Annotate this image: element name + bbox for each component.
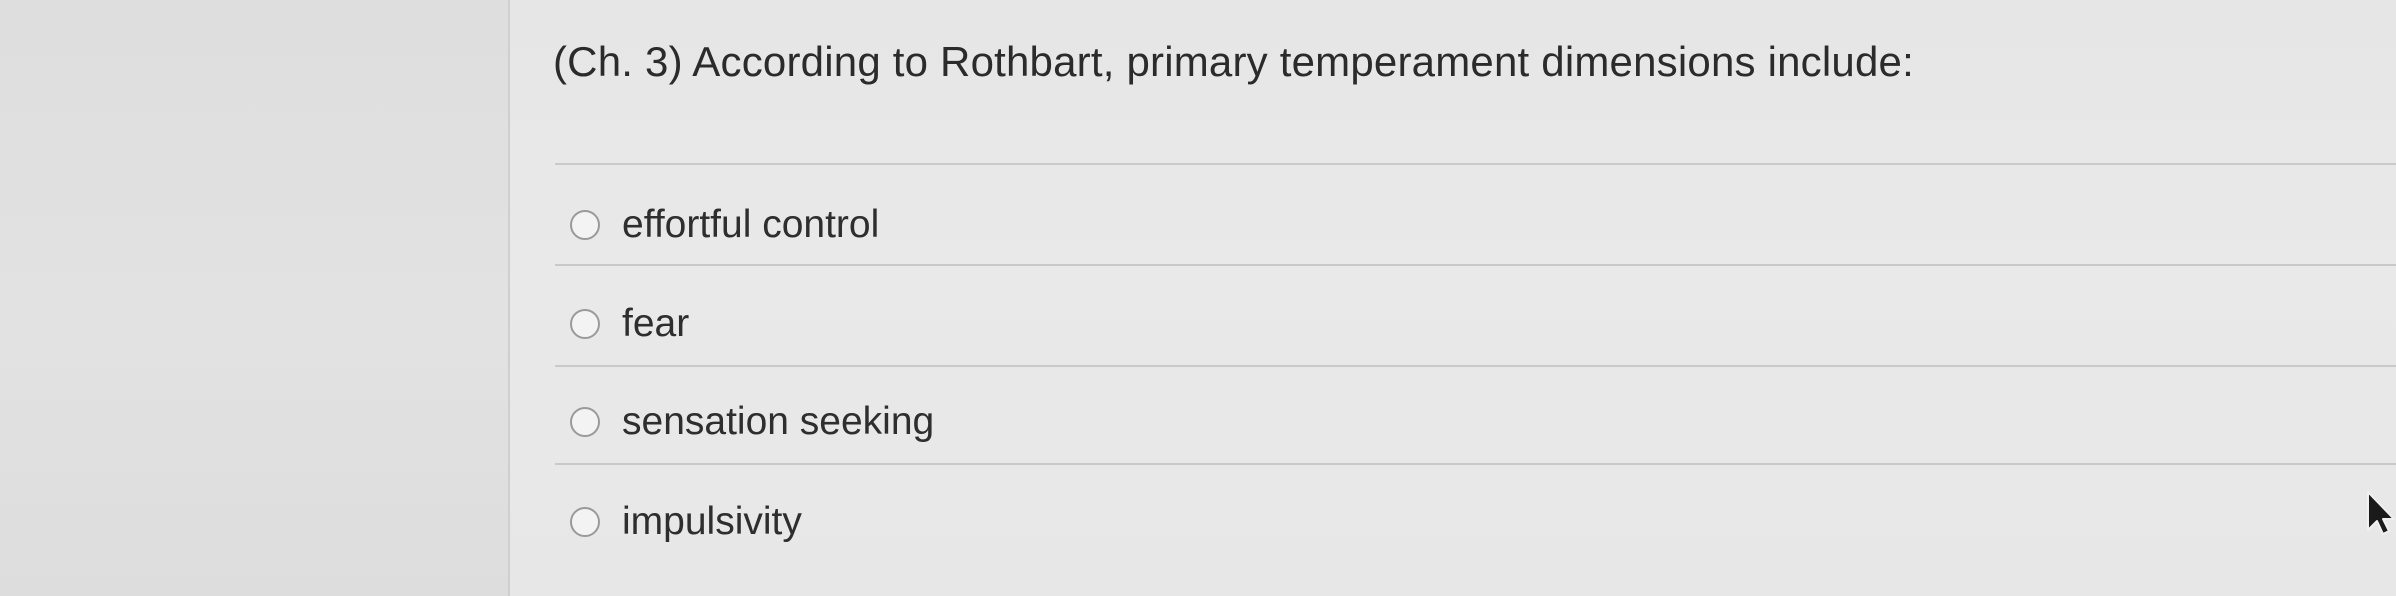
answer-option-fear[interactable]: fear — [570, 294, 689, 354]
question-text: (Ch. 3) According to Rothbart, primary t… — [553, 38, 1914, 85]
left-panel — [0, 0, 508, 596]
radio-button[interactable] — [570, 309, 600, 339]
option-divider — [555, 264, 2396, 266]
answer-option-sensation-seeking[interactable]: sensation seeking — [570, 392, 934, 452]
answer-option-label: sensation seeking — [622, 400, 935, 443]
option-divider — [555, 463, 2396, 465]
answer-option-label: impulsivity — [622, 500, 802, 543]
answer-option-label: fear — [622, 302, 690, 345]
answer-option-label: effortful control — [622, 203, 880, 246]
answer-option-impulsivity[interactable]: impulsivity — [570, 492, 802, 552]
radio-button[interactable] — [570, 507, 600, 537]
option-divider — [555, 365, 2396, 367]
option-divider — [555, 163, 2396, 165]
answer-option-effortful-control[interactable]: effortful control — [570, 195, 879, 255]
question-card: (Ch. 3) According to Rothbart, primary t… — [510, 0, 2396, 596]
radio-button[interactable] — [570, 210, 600, 240]
mouse-pointer-icon — [2367, 491, 2395, 535]
radio-button[interactable] — [570, 407, 600, 437]
